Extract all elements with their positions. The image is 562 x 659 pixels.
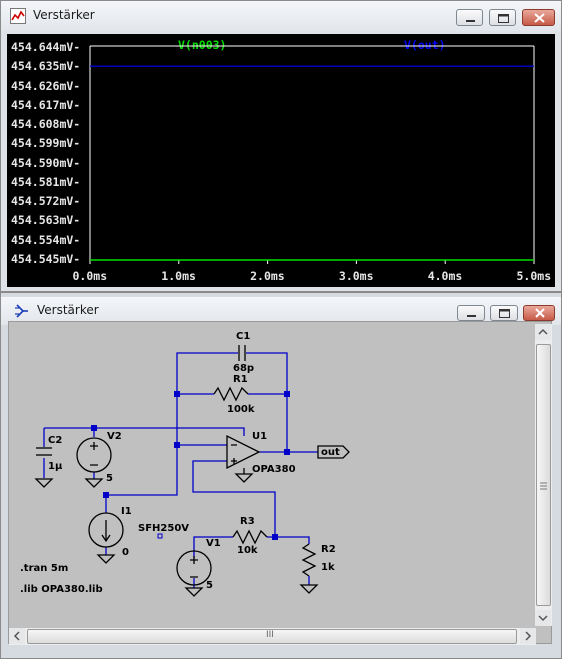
r2-name[interactable]: R2 — [321, 544, 336, 555]
junction-dot — [174, 391, 180, 397]
horizontal-scroll-thumb[interactable]: III — [27, 629, 517, 644]
directive-lib[interactable]: .lib OPA380.lib — [20, 584, 103, 595]
schematic-icon — [15, 304, 28, 318]
r3-name[interactable]: R3 — [240, 516, 255, 527]
waveform-window: Verstärker V(n003) V(out) 454.644mV- 454.… — [0, 0, 562, 292]
plot-svg — [89, 45, 535, 264]
junction-dot — [272, 534, 278, 540]
junction-dot — [174, 442, 180, 448]
v1-value[interactable]: 5 — [206, 580, 213, 591]
wire-feedback-left — [176, 352, 238, 445]
scroll-down-button[interactable] — [535, 610, 551, 626]
junction-dot — [91, 425, 97, 431]
r2-symbol — [301, 543, 317, 577]
schematic-canvas[interactable]: C1 68p R1 100k C2 1µ V2 5 U1 OPA380 I1 0… — [8, 321, 552, 644]
horizontal-scrollbar[interactable]: III — [9, 628, 536, 645]
c1-name[interactable]: C1 — [236, 331, 250, 342]
scroll-left-icon — [13, 631, 20, 641]
r1-value[interactable]: 100k — [227, 404, 255, 415]
r2-value[interactable]: 1k — [321, 562, 335, 573]
v2-value[interactable]: 5 — [106, 473, 113, 484]
scroll-down-icon — [538, 615, 548, 622]
ground-v2 — [84, 478, 104, 488]
maximize-button[interactable] — [490, 305, 518, 321]
close-icon — [534, 13, 545, 23]
ground-c2 — [34, 478, 54, 488]
scroll-right-button[interactable] — [520, 628, 536, 644]
ground-u1 — [234, 473, 254, 483]
i1-name[interactable]: I1 — [121, 506, 132, 517]
r1-symbol — [213, 386, 249, 402]
minimize-button[interactable] — [456, 9, 483, 26]
i1-model[interactable]: SFH250V — [138, 523, 189, 534]
grip-icon — [540, 482, 547, 490]
i1-value[interactable]: 0 — [122, 547, 129, 558]
maximize-icon — [498, 14, 509, 23]
scroll-right-icon — [525, 631, 532, 641]
minimize-icon — [467, 315, 476, 317]
wire-supply-bus — [44, 427, 245, 436]
directive-tran[interactable]: .tran 5m — [20, 563, 68, 574]
scroll-up-button[interactable] — [535, 324, 551, 340]
ground-i1 — [96, 554, 116, 564]
waveform-icon — [10, 8, 26, 24]
scroll-left-button[interactable] — [9, 628, 25, 644]
sfh-marker — [157, 533, 163, 539]
scroll-grip: III — [266, 630, 274, 640]
v2-name[interactable]: V2 — [107, 431, 122, 442]
waveform-window-title: Verstärker — [33, 8, 95, 22]
minimize-icon — [466, 20, 475, 22]
v1-name[interactable]: V1 — [206, 538, 221, 549]
junction-dot — [284, 449, 290, 455]
ground-v1 — [184, 587, 204, 597]
waveform-titlebar[interactable]: Verstärker — [1, 1, 561, 31]
vertical-scrollbar[interactable] — [535, 324, 552, 626]
minimize-button[interactable] — [457, 305, 485, 321]
wire-i1 — [105, 445, 178, 513]
c2-name[interactable]: C2 — [48, 435, 62, 446]
plot-area[interactable]: V(n003) V(out) 454.644mV- 454.635mV- 454.6… — [7, 34, 555, 287]
maximize-icon — [499, 309, 510, 318]
c1-value[interactable]: 68p — [233, 363, 254, 374]
r3-symbol — [232, 529, 268, 545]
close-button[interactable] — [523, 305, 555, 321]
u1-name[interactable]: U1 — [252, 431, 267, 442]
scroll-up-icon — [538, 328, 548, 335]
vertical-scroll-thumb[interactable] — [536, 344, 551, 606]
r3-value[interactable]: 10k — [237, 545, 258, 556]
maximize-button[interactable] — [489, 9, 516, 26]
close-icon — [535, 308, 545, 318]
schematic-window-title: Verstärker — [37, 303, 99, 317]
c2-value[interactable]: 1µ — [48, 461, 62, 472]
junction-dot — [103, 492, 109, 498]
r1-name[interactable]: R1 — [233, 374, 248, 385]
out-net-label[interactable]: out — [321, 447, 340, 458]
schematic-drawing — [34, 345, 350, 597]
ground-r2 — [299, 584, 319, 594]
close-button[interactable] — [522, 9, 555, 26]
junction-dot — [284, 391, 290, 397]
u1-value[interactable]: OPA380 — [252, 464, 296, 475]
